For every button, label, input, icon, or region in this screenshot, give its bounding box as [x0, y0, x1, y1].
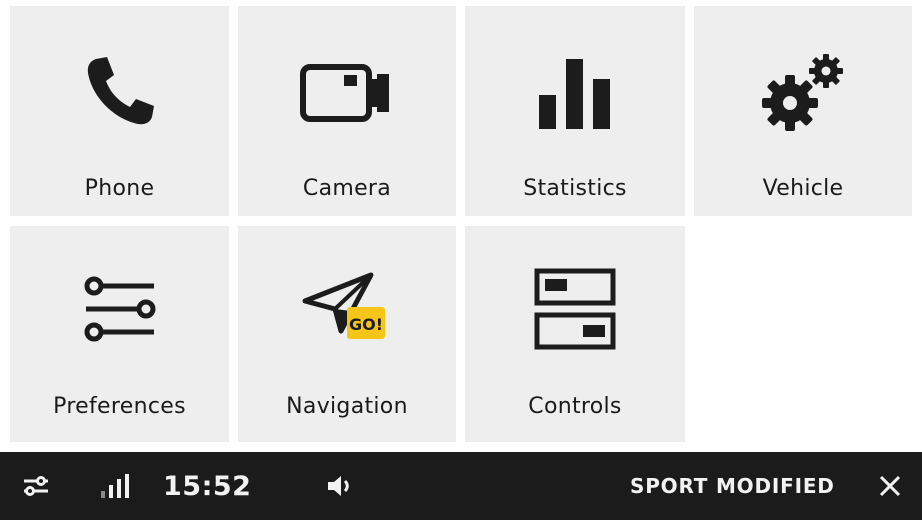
clock-time: 15:52 [163, 470, 252, 502]
toggle-switches-icon [465, 264, 685, 354]
phone-icon [10, 48, 229, 138]
tile-phone[interactable]: Phone [10, 6, 229, 216]
tile-label: Controls [528, 394, 622, 419]
go-badge: GO! [349, 315, 383, 334]
tile-controls[interactable]: Controls [465, 226, 685, 442]
tile-label: Vehicle [762, 176, 844, 201]
navigation-arrow-icon: GO! [238, 264, 456, 354]
drive-mode-label[interactable]: SPORT MODIFIED [630, 452, 835, 520]
camera-icon [238, 48, 456, 138]
sliders-icon [10, 264, 229, 354]
tile-preferences[interactable]: Preferences [10, 226, 229, 442]
tile-label: Statistics [523, 176, 627, 201]
app-grid: Phone Camera Statistics Vehicle Preferen… [0, 0, 922, 452]
bar-chart-icon [465, 48, 685, 138]
tile-label: Preferences [53, 394, 186, 419]
tile-label: Phone [84, 176, 155, 201]
tile-label: Camera [302, 176, 392, 201]
tile-vehicle[interactable]: Vehicle [694, 6, 912, 216]
status-bar: 15:52 SPORT MODIFIED [0, 452, 922, 520]
gears-icon [694, 48, 912, 138]
tile-statistics[interactable]: Statistics [465, 6, 685, 216]
settings-sliders-icon[interactable] [22, 452, 50, 520]
tile-navigation[interactable]: GO! Navigation [238, 226, 456, 442]
tile-label: Navigation [286, 394, 408, 419]
signal-strength-icon [100, 452, 132, 520]
close-icon[interactable] [878, 452, 902, 520]
tile-camera[interactable]: Camera [238, 6, 456, 216]
volume-icon[interactable] [326, 452, 356, 520]
